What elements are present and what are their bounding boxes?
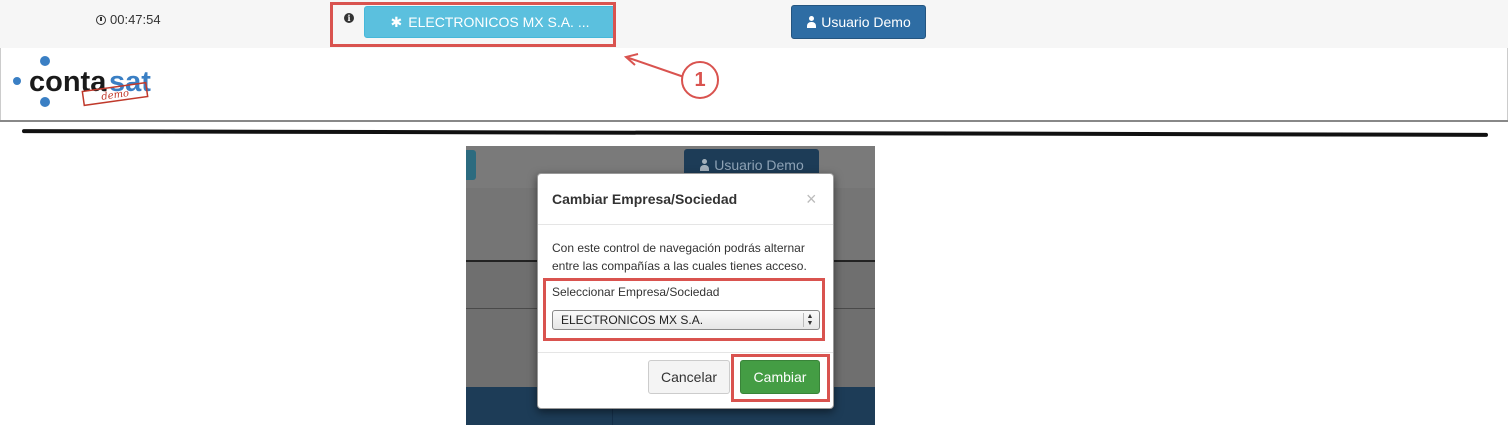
modal-description: Con este control de navegación podrás al… [552,241,807,273]
clock-icon [96,14,106,25]
user-menu-button[interactable]: Usuario Demo [791,5,926,39]
contasat-logo[interactable]: conta sat demo [13,56,173,114]
user-icon [806,16,817,28]
user-menu-label: Usuario Demo [821,14,911,30]
logo-text-conta: conta [29,66,107,98]
cancel-button[interactable]: Cancelar [648,360,730,394]
highlight-box-select [543,278,825,341]
highlight-box-company-button [330,2,616,47]
highlight-box-change-button [731,354,830,402]
divider [0,120,1508,122]
modal-footer-divider [538,352,833,353]
header-area: conta sat demo [0,48,1508,122]
session-timer-text: 00:47:54 [110,12,161,27]
modal-title: Cambiar Empresa/Sociedad [552,191,738,207]
shot-user-label: Usuario Demo [714,157,804,173]
divider-thick [21,129,1489,137]
close-icon[interactable]: × [806,189,817,210]
modal-header-divider [538,224,833,225]
session-timer: 00:47:54 [96,12,161,27]
user-icon [699,159,710,171]
shot-company-button [466,150,476,180]
callout-arrow [623,53,685,78]
callout-number-1: 1 [681,61,719,99]
top-navbar: 00:47:54 i ✱ ELECTRONICOS MX S.A. ... Us… [0,0,1508,49]
